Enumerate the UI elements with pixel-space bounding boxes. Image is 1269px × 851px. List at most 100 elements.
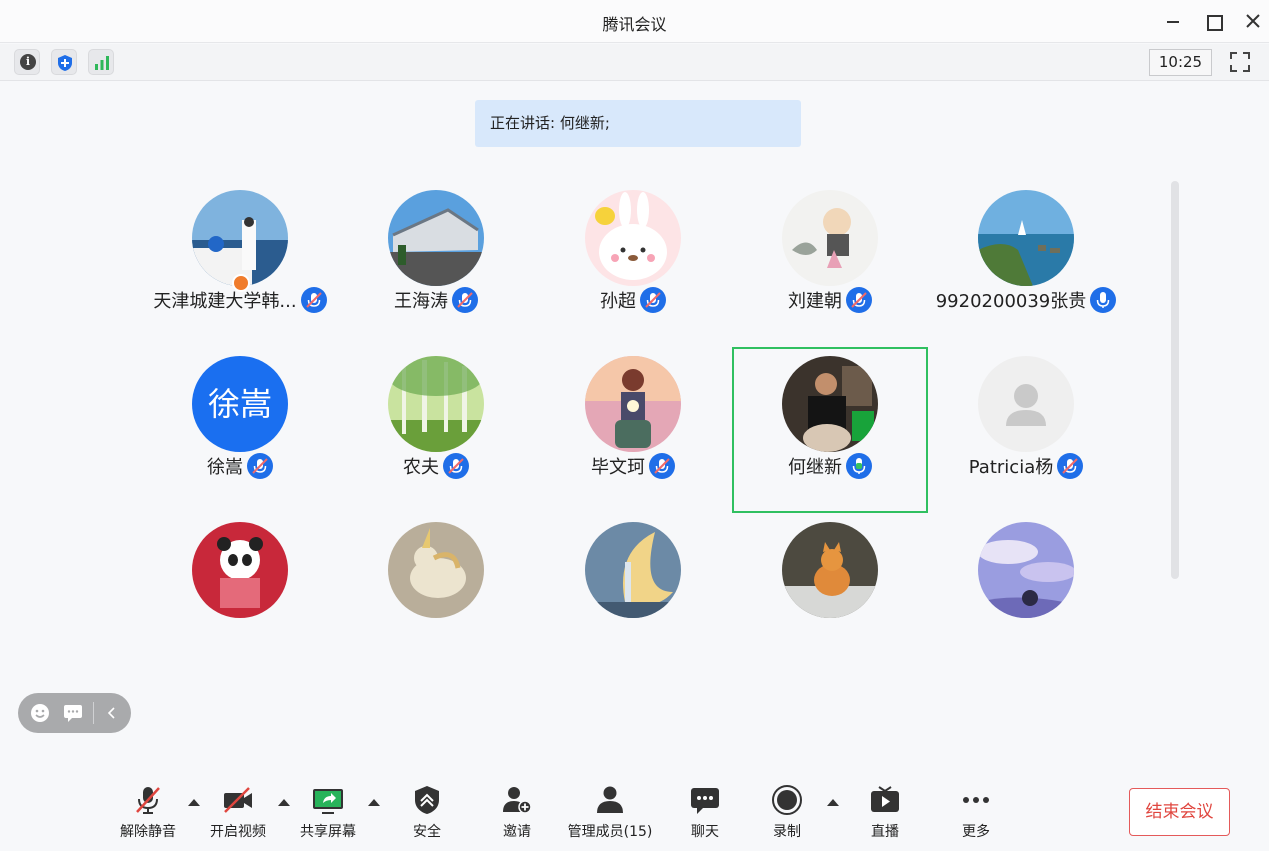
record-options-caret-icon[interactable] bbox=[826, 797, 840, 809]
emoji-icon[interactable] bbox=[30, 703, 50, 723]
participant-name: 孙超 bbox=[600, 291, 636, 312]
participant-avatar bbox=[388, 190, 484, 286]
invite-button[interactable]: 邀请 bbox=[475, 784, 559, 840]
share-options-caret-icon[interactable] bbox=[367, 797, 381, 809]
participant-name-row: 孙超 bbox=[535, 287, 731, 313]
participant-tile[interactable]: 孙超 bbox=[535, 181, 731, 347]
fullscreen-icon[interactable] bbox=[1229, 51, 1251, 73]
chat-icon bbox=[689, 784, 721, 816]
chat-button[interactable]: 聊天 bbox=[663, 784, 747, 840]
participant-avatar bbox=[978, 356, 1074, 452]
record-label: 录制 bbox=[773, 824, 801, 840]
collapse-chevron-icon[interactable] bbox=[102, 703, 122, 723]
participant-tile[interactable]: Patricia杨 bbox=[928, 347, 1124, 513]
members-icon bbox=[594, 784, 626, 816]
participant-avatar bbox=[585, 356, 681, 452]
record-button[interactable]: 录制 bbox=[745, 784, 829, 840]
camera-off-icon bbox=[222, 784, 254, 816]
mic-on-icon bbox=[846, 453, 872, 479]
participant-name: Patricia杨 bbox=[968, 457, 1054, 478]
more-label: 更多 bbox=[962, 824, 990, 840]
invite-label: 邀请 bbox=[503, 824, 531, 840]
participant-avatar bbox=[585, 190, 681, 286]
participant-tile[interactable]: 徐嵩 徐嵩 bbox=[142, 347, 338, 513]
participant-tile[interactable] bbox=[928, 513, 1124, 679]
message-icon[interactable] bbox=[63, 703, 83, 723]
grid-scrollbar[interactable] bbox=[1171, 181, 1179, 579]
participant-tile[interactable] bbox=[535, 513, 731, 679]
participant-avatar: 徐嵩 bbox=[192, 356, 288, 452]
participant-name: 徐嵩 bbox=[207, 457, 243, 478]
participant-tile[interactable] bbox=[732, 513, 928, 679]
manage-members-label: 管理成员(15) bbox=[567, 824, 653, 840]
unmute-label: 解除静音 bbox=[120, 824, 176, 840]
participant-tile[interactable] bbox=[142, 513, 338, 679]
participant-name: 何继新 bbox=[788, 457, 842, 478]
participant-name-row: 刘建朝 bbox=[732, 287, 928, 313]
participant-tile[interactable]: 9920200039张贵 bbox=[928, 181, 1124, 347]
participant-name-row: 徐嵩 bbox=[142, 453, 338, 479]
share-screen-label: 共享屏幕 bbox=[300, 824, 356, 840]
speaking-indicator: 正在讲话: 何继新; bbox=[475, 100, 801, 147]
participant-name: 农夫 bbox=[403, 457, 439, 478]
participant-avatar bbox=[192, 190, 288, 286]
participant-name-row: 王海涛 bbox=[338, 287, 534, 313]
mic-muted-icon bbox=[300, 287, 327, 313]
participant-tile[interactable]: 毕文珂 bbox=[535, 347, 731, 513]
end-meeting-button[interactable]: 结束会议 bbox=[1129, 788, 1230, 836]
unmute-button[interactable]: 解除静音 bbox=[106, 784, 190, 840]
mic-muted-icon bbox=[846, 287, 872, 313]
participant-tile[interactable] bbox=[338, 513, 534, 679]
participant-avatar bbox=[388, 522, 484, 618]
participant-avatar bbox=[192, 522, 288, 618]
participant-name-row: 何继新 bbox=[734, 453, 926, 479]
info-icon[interactable] bbox=[14, 49, 40, 75]
host-badge-icon bbox=[232, 274, 250, 292]
floating-reaction-bar bbox=[18, 693, 131, 733]
start-video-button[interactable]: 开启视频 bbox=[196, 784, 280, 840]
maximize-icon[interactable] bbox=[1202, 10, 1224, 32]
live-button[interactable]: 直播 bbox=[843, 784, 927, 840]
close-icon[interactable] bbox=[1242, 10, 1264, 32]
meeting-toolbar: 10:25 bbox=[0, 44, 1269, 81]
participant-name-row: 农夫 bbox=[338, 453, 534, 479]
participant-tile[interactable]: 刘建朝 bbox=[732, 181, 928, 347]
participant-tile[interactable]: 农夫 bbox=[338, 347, 534, 513]
signal-icon[interactable] bbox=[88, 49, 114, 75]
invite-user-icon bbox=[501, 784, 533, 816]
participant-tile[interactable]: 天津城建大学韩... bbox=[142, 181, 338, 347]
participant-name: 9920200039张贵 bbox=[935, 291, 1087, 312]
mic-on-icon bbox=[1090, 287, 1117, 313]
participant-name: 毕文珂 bbox=[591, 457, 645, 478]
mic-muted-icon bbox=[452, 287, 478, 313]
mic-muted-icon bbox=[247, 453, 273, 479]
chat-label: 聊天 bbox=[691, 824, 719, 840]
share-screen-icon bbox=[312, 784, 344, 816]
minimize-icon[interactable] bbox=[1162, 10, 1184, 32]
security-shield-icon bbox=[411, 784, 443, 816]
divider bbox=[93, 702, 94, 724]
participant-avatar bbox=[782, 522, 878, 618]
window-title: 腾讯会议 bbox=[602, 15, 667, 34]
start-video-label: 开启视频 bbox=[210, 824, 266, 840]
shield-icon[interactable] bbox=[51, 49, 77, 75]
more-button[interactable]: 更多 bbox=[934, 784, 1018, 840]
participant-name: 天津城建大学韩... bbox=[153, 291, 297, 312]
participant-tile[interactable]: 王海涛 bbox=[338, 181, 534, 347]
mic-muted-icon bbox=[1057, 453, 1084, 479]
meeting-clock: 10:25 bbox=[1149, 49, 1212, 76]
participant-avatar bbox=[782, 356, 878, 452]
participant-name: 刘建朝 bbox=[788, 291, 842, 312]
mic-muted-icon bbox=[132, 784, 164, 816]
participant-name-row: 9920200039张贵 bbox=[928, 287, 1124, 313]
participant-avatar bbox=[782, 190, 878, 286]
manage-members-button[interactable]: 管理成员(15) bbox=[560, 784, 660, 840]
avatar-initials: 徐嵩 bbox=[207, 385, 272, 423]
participant-name-row: 毕文珂 bbox=[535, 453, 731, 479]
more-dots-icon bbox=[960, 784, 992, 816]
security-button[interactable]: 安全 bbox=[385, 784, 469, 840]
participant-tile[interactable]: 何继新 bbox=[732, 347, 928, 513]
share-screen-button[interactable]: 共享屏幕 bbox=[286, 784, 370, 840]
live-stream-icon bbox=[869, 784, 901, 816]
participant-avatar bbox=[388, 356, 484, 452]
